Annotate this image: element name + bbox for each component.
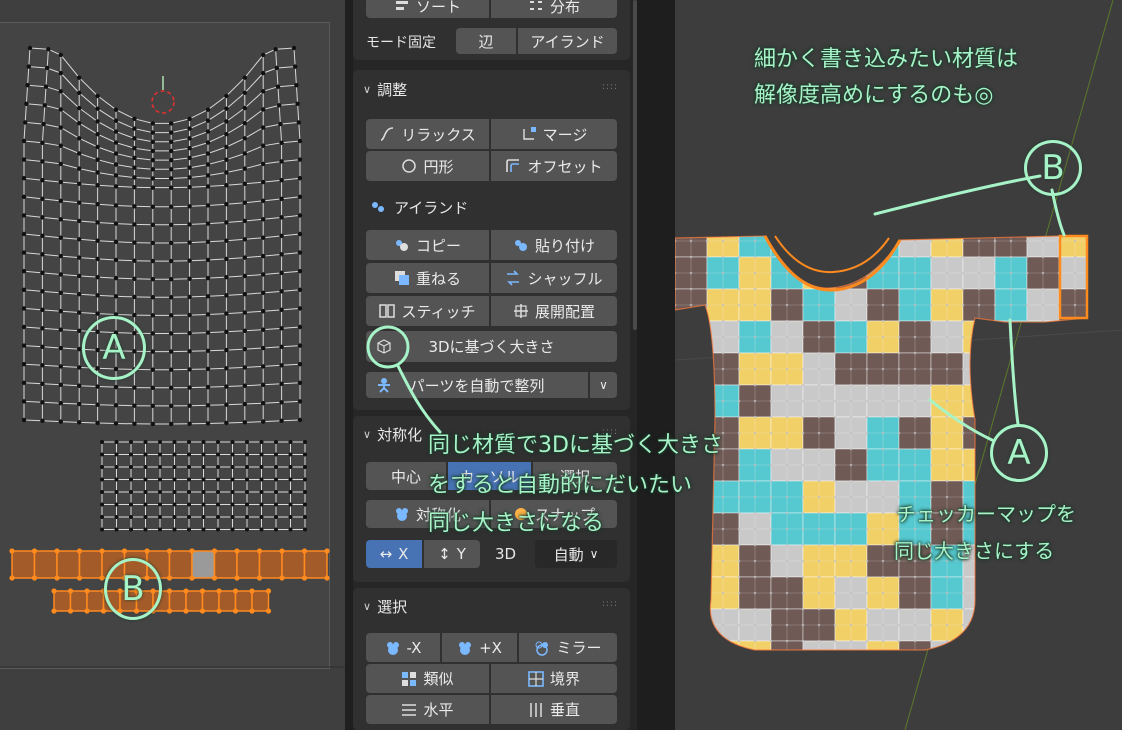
chevron-down-icon: ∨ (363, 427, 372, 441)
area-divider[interactable] (345, 0, 353, 730)
shuffle-button[interactable]: シャッフル (491, 263, 617, 293)
bear-icon (457, 640, 473, 656)
select-horizontal-button[interactable]: 水平 (366, 695, 489, 724)
relax-curve-icon (379, 126, 395, 142)
annotation-mid-line1: 同じ材質で3Dに基づく大きさ (428, 433, 723, 458)
area-divider-right[interactable] (637, 0, 675, 730)
axis-x-toggle[interactable]: ↔ X (366, 540, 422, 568)
select-border-button[interactable]: 境界 (491, 664, 617, 693)
annotation-top-line1: 細かく書き込みたい材質は (754, 47, 1019, 72)
unwrap-place-button[interactable]: 展開配置 (491, 296, 617, 326)
auto-align-dropdown[interactable]: ∨ (590, 372, 617, 398)
vertical-arrows-icon: ↕ (438, 545, 451, 563)
merge-icon (521, 126, 537, 142)
paste-icon (513, 237, 529, 253)
uv-mesh-canvas[interactable] (0, 0, 345, 730)
offset-icon (505, 158, 521, 174)
auto-align-button[interactable]: パーツを自動で整列 (366, 372, 588, 398)
bear-icon (385, 640, 401, 656)
copy-button[interactable]: コピー (366, 230, 489, 260)
selection-panel-header[interactable]: ∨ 選択 (363, 595, 407, 617)
stitch-icon (379, 303, 396, 319)
cube-icon (376, 338, 392, 354)
chevron-down-icon: ∨ (363, 599, 372, 613)
annotation-right-line2: 同じ大きさにする (894, 539, 1055, 563)
annotation-mid-line2: をすると自動的にだいたい (428, 473, 693, 498)
person-icon (376, 377, 392, 393)
select-minus-x-button[interactable]: -X (366, 633, 440, 662)
size-by-3d-button[interactable]: 3Dに基づく大きさ (366, 331, 617, 362)
selection-panel: ∨ 選択 :::: -X +X ミラー 類似 境界 水平 垂直 (353, 588, 630, 730)
select-similar-button[interactable]: 類似 (366, 664, 489, 693)
chevron-down-icon: ∨ (599, 378, 608, 392)
mode-island-button[interactable]: アイランド (518, 28, 617, 54)
unwrap-place-icon (513, 303, 529, 319)
drag-grip-icon[interactable]: :::: (602, 599, 618, 609)
axis-y-toggle[interactable]: ↕ Y (424, 540, 480, 568)
horizontal-lines-icon (401, 702, 417, 718)
mirror-bear-icon (534, 640, 550, 656)
stack-button[interactable]: 重ねる (366, 263, 489, 293)
merge-button[interactable]: マージ (491, 119, 617, 149)
symmetrize-icon (394, 506, 410, 522)
label-a-3d: A (990, 424, 1048, 482)
distribute-icon (528, 0, 544, 14)
uv-editor[interactable] (0, 0, 345, 730)
annotation-mid-line3: 同じ大きさになる (428, 511, 605, 536)
shuffle-icon (505, 270, 521, 286)
distribute-button[interactable]: 分布 (491, 0, 617, 18)
select-plus-x-button[interactable]: +X (442, 633, 517, 662)
chevron-down-icon: ∨ (363, 82, 372, 96)
symmetry-panel-header[interactable]: ∨ 対称化 (363, 423, 422, 445)
tool-panel-column: ソート 分布 モード固定 辺 アイランド ∨ 調整 :::: リラックス マージ… (353, 0, 637, 730)
offset-button[interactable]: オフセット (491, 151, 617, 181)
mode-edge-button[interactable]: 辺 (456, 28, 516, 54)
border-grid-icon (528, 670, 544, 687)
stitch-button[interactable]: スティッチ (366, 296, 489, 326)
sort-button[interactable]: ソート (366, 0, 489, 18)
adjust-panel: ∨ 調整 :::: リラックス マージ 円形 オフセット アイランド コピー 貼… (353, 70, 630, 410)
sort-icon (394, 0, 410, 14)
circle-icon (401, 158, 417, 174)
island-icon (370, 199, 386, 215)
horizontal-arrows-icon: ↔ (379, 545, 393, 563)
circle-button[interactable]: 円形 (366, 151, 489, 181)
label-b-3d: B (1024, 140, 1082, 196)
copy-icon (394, 237, 410, 253)
relax-button[interactable]: リラックス (366, 119, 489, 149)
select-vertical-button[interactable]: 垂直 (491, 695, 617, 724)
annotation-right-line1: チェッカーマップを (896, 502, 1076, 526)
chevron-down-icon: ∨ (589, 547, 599, 561)
stack-icon (394, 270, 410, 286)
mode-fix-label: モード固定 (366, 35, 436, 51)
symmetry-mode-select[interactable]: 自動 ∨ (535, 540, 617, 568)
adjust-panel-header[interactable]: ∨ 調整 (363, 78, 407, 100)
similar-icon (401, 671, 417, 687)
island-section-heading: アイランド (370, 196, 468, 218)
label-3d: 3D (495, 545, 517, 563)
select-mirror-button[interactable]: ミラー (519, 633, 617, 662)
arrange-panel: ソート 分布 モード固定 辺 アイランド (353, 0, 630, 60)
label-a-uv: A (82, 316, 146, 380)
annotation-top-line2: 解像度高めにするのも◎ (754, 83, 994, 108)
vertical-lines-icon (528, 702, 544, 718)
label-b-uv: B (104, 558, 162, 620)
drag-grip-icon[interactable]: :::: (602, 82, 618, 92)
paste-button[interactable]: 貼り付け (491, 230, 617, 260)
